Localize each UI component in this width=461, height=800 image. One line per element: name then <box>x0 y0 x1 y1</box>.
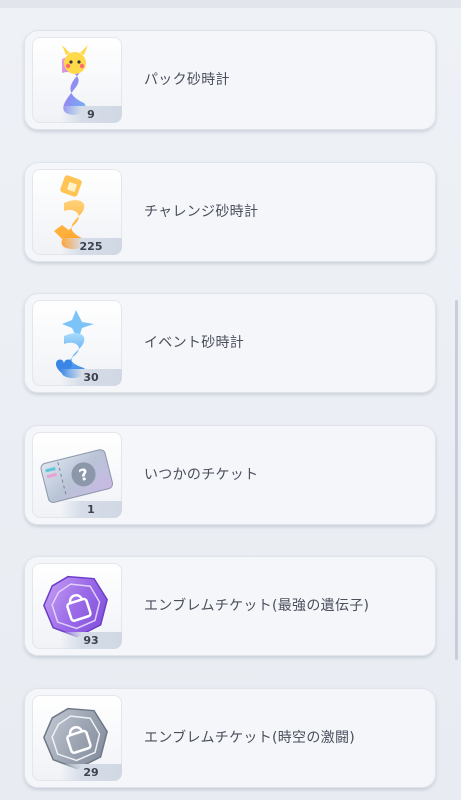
list-item-emblem-ticket-spacetime[interactable]: 29 エンブレムチケット(時空の激闘) <box>24 688 436 788</box>
item-name: チャレンジ砂時計 <box>144 204 259 220</box>
item-thumbnail: 9 <box>32 37 122 123</box>
item-name: イベント砂時計 <box>144 335 245 351</box>
list-item-pack-hourglass[interactable]: 9 パック砂時計 <box>24 30 436 130</box>
list-item-event-hourglass[interactable]: 30 イベント砂時計 <box>24 293 436 393</box>
item-thumbnail: 29 <box>32 695 122 781</box>
item-thumbnail: 30 <box>32 300 122 386</box>
item-count: 30 <box>60 369 122 386</box>
item-thumbnail: 93 <box>32 563 122 649</box>
item-count: 1 <box>60 501 122 518</box>
item-thumbnail: ? 1 <box>32 432 122 518</box>
item-thumbnail: 225 <box>32 169 122 255</box>
item-name: パック砂時計 <box>144 72 230 88</box>
item-count: 225 <box>60 238 122 255</box>
item-list-screen: 9 パック砂時計 225 チャレンジ砂時計 30 イベント砂時計 ? 1 いつか… <box>0 0 461 800</box>
list-item-emblem-ticket-genetic[interactable]: 93 エンブレムチケット(最強の遺伝子) <box>24 556 436 656</box>
list-item-challenge-hourglass[interactable]: 225 チャレンジ砂時計 <box>24 162 436 262</box>
item-name: エンブレムチケット(時空の激闘) <box>144 730 356 746</box>
list-item-someday-ticket[interactable]: ? 1 いつかのチケット <box>24 425 436 525</box>
scrollbar[interactable] <box>455 300 458 660</box>
item-name: エンブレムチケット(最強の遺伝子) <box>144 598 370 614</box>
item-count: 9 <box>60 106 122 123</box>
top-divider <box>0 0 461 8</box>
item-count: 29 <box>60 764 122 781</box>
item-name: いつかのチケット <box>144 467 259 483</box>
item-count: 93 <box>60 632 122 649</box>
